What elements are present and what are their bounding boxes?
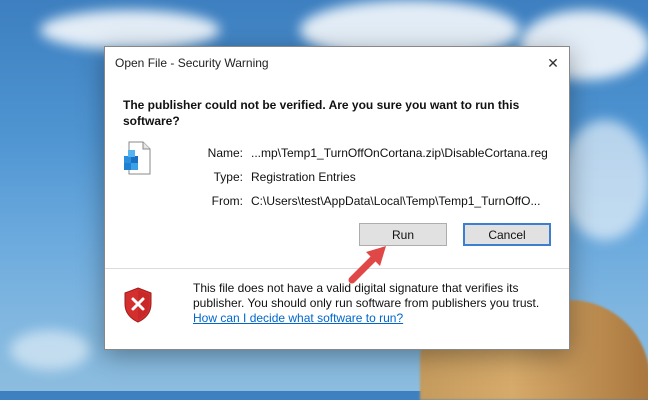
warning-footer: This file does not have a valid digital … <box>105 268 569 349</box>
close-icon: ✕ <box>547 54 559 71</box>
registry-file-icon <box>123 141 153 175</box>
titlebar: Open File - Security Warning ✕ <box>105 47 569 79</box>
name-value: ...mp\Temp1_TurnOffOnCortana.zip\Disable… <box>251 146 548 160</box>
dialog-title: Open File - Security Warning <box>115 56 269 70</box>
cloud <box>10 330 90 370</box>
from-value: C:\Users\test\AppData\Local\Temp\Temp1_T… <box>251 194 541 208</box>
cloud <box>560 120 648 240</box>
dialog-content: The publisher could not be verified. Are… <box>105 79 569 246</box>
type-row: Type: Registration Entries <box>197 165 548 189</box>
headline: The publisher could not be verified. Are… <box>123 98 520 128</box>
help-link[interactable]: How can I decide what software to run? <box>193 311 403 325</box>
from-row: From: C:\Users\test\AppData\Local\Temp\T… <box>197 189 548 213</box>
name-label: Name: <box>207 146 243 160</box>
name-row: Name: ...mp\Temp1_TurnOffOnCortana.zip\D… <box>197 141 548 165</box>
type-label: Type: <box>213 170 243 184</box>
run-button[interactable]: Run <box>359 223 447 246</box>
red-arrow-annotation <box>346 244 392 289</box>
cloud <box>40 10 220 50</box>
shield-warning-icon <box>123 287 163 328</box>
close-button[interactable]: ✕ <box>537 47 569 79</box>
button-row: Run Cancel <box>123 223 551 246</box>
file-info: Name: ...mp\Temp1_TurnOffOnCortana.zip\D… <box>123 141 551 213</box>
cancel-button[interactable]: Cancel <box>463 223 551 246</box>
type-value: Registration Entries <box>251 170 356 184</box>
security-warning-dialog: Open File - Security Warning ✕ The publi… <box>104 46 570 350</box>
file-details: Name: ...mp\Temp1_TurnOffOnCortana.zip\D… <box>197 141 548 213</box>
from-label: From: <box>211 194 243 208</box>
